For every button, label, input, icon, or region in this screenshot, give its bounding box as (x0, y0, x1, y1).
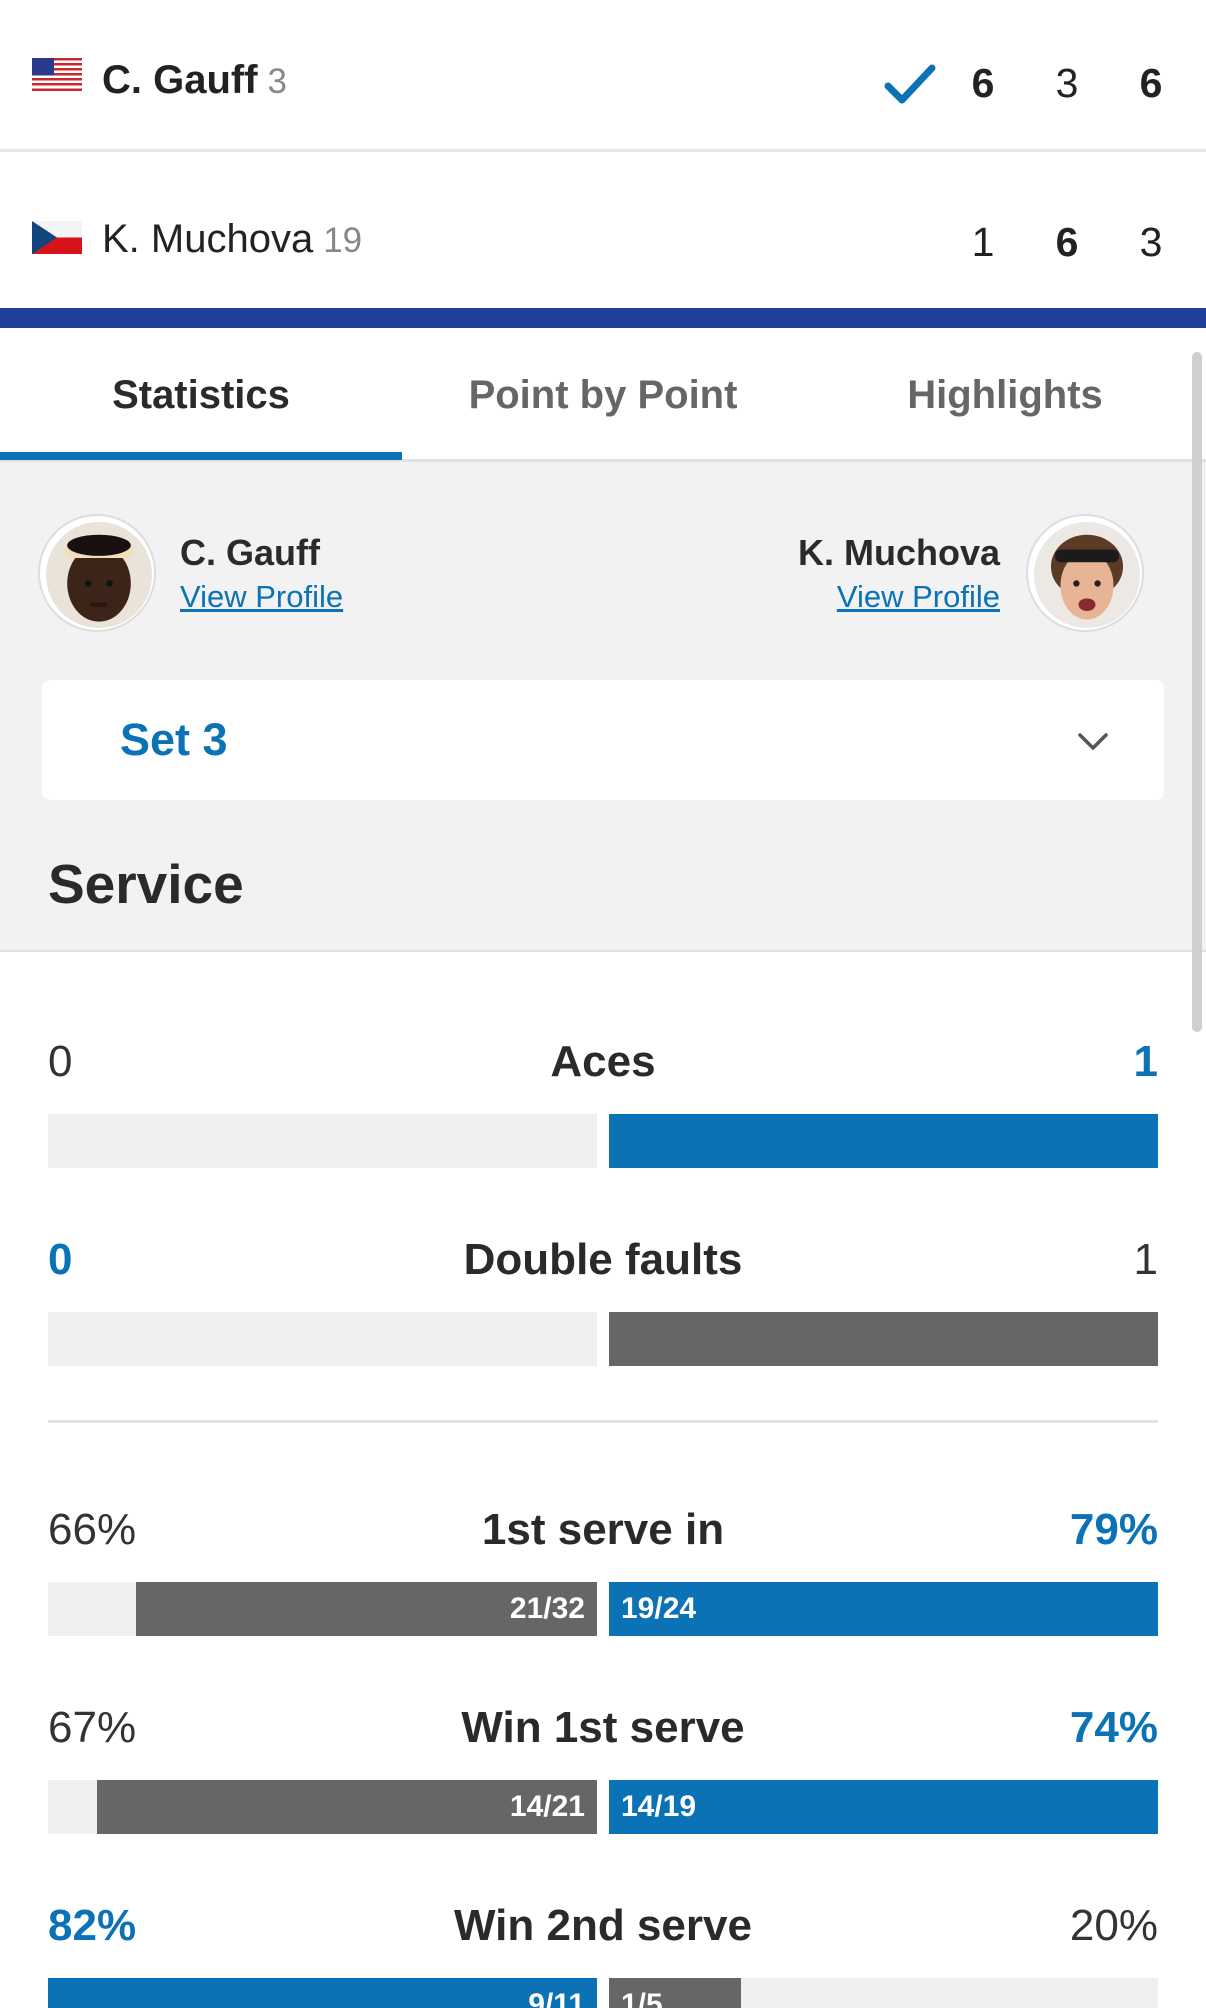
stat-label: Double faults (463, 1235, 743, 1284)
stat-row: Win 1st serve 67% 74% 14/21 14/19 (48, 1702, 1158, 1834)
stat-left-value: 0 (48, 1037, 73, 1086)
player2-seed: 19 (323, 221, 363, 260)
tab-point-by-point[interactable]: Point by Point (402, 328, 804, 462)
stat-row: 1st serve in 66% 79% 21/32 19/24 (48, 1504, 1158, 1636)
player2-set3: 3 (1139, 219, 1163, 265)
player2-view-profile-link[interactable]: View Profile (837, 579, 1000, 615)
stat-bar-fill-right (609, 1312, 1158, 1366)
stat-right-value: 74% (1069, 1703, 1158, 1752)
stat-ratio-left: 9/11 (528, 1988, 585, 2008)
stat-ratio-left: 21/32 (509, 1592, 585, 1625)
winner-check-icon (884, 64, 936, 104)
stat-bar-left: 21/32 (48, 1582, 597, 1636)
czech-flag-icon (32, 221, 82, 254)
player1-set2: 3 (1055, 60, 1079, 106)
stat-bar-left (48, 1114, 597, 1168)
stat-bar-right: 14/19 (609, 1780, 1158, 1834)
stat-ratio-right: 1/5 (621, 1988, 663, 2008)
stat-right-value: 1 (1133, 1037, 1158, 1086)
player1-set1: 6 (971, 60, 995, 106)
stat-bar-left: 14/21 (48, 1780, 597, 1834)
chevron-down-icon (1078, 733, 1108, 750)
player1-profile-name: C. Gauff (180, 532, 320, 573)
player1-view-profile-link[interactable]: View Profile (180, 579, 343, 615)
player1-photo (46, 522, 152, 628)
player2-profile-name: K. Muchova (797, 532, 1000, 573)
player2-score-row: K. Muchova 19 1 6 3 (0, 155, 1206, 308)
stat-ratio-right: 19/24 (621, 1592, 697, 1625)
stat-label: 1st serve in (481, 1505, 725, 1554)
stat-bar-right: 19/24 (609, 1582, 1158, 1636)
stat-bar-right: 1/5 (609, 1978, 1158, 2008)
stat-label: Win 1st serve (461, 1703, 745, 1752)
stat-label: Win 2nd serve (454, 1901, 752, 1950)
stat-bar-left (48, 1312, 597, 1366)
tab-bar: Statistics Point by Point Highlights (0, 328, 1206, 462)
section-title: Service (48, 853, 244, 915)
stat-left-value: 0 (48, 1235, 73, 1284)
usa-flag-icon (32, 58, 82, 91)
player1-avatar[interactable] (38, 514, 156, 632)
player1-set3: 6 (1139, 60, 1163, 106)
stat-ratio-left: 14/21 (509, 1790, 585, 1823)
header-rule (0, 308, 1206, 328)
stat-left-value: 66% (48, 1505, 137, 1554)
stats-header-panel: C. Gauff View Profile K. Muchova View Pr… (0, 462, 1206, 952)
tab-highlights[interactable]: Highlights (804, 328, 1206, 462)
stat-bar-fill-left (48, 1978, 597, 2008)
player2-set1: 1 (971, 219, 995, 265)
stat-bar-right (609, 1114, 1158, 1168)
set-selector-dropdown[interactable]: Set 3 (42, 680, 1164, 800)
player2-photo (1034, 522, 1140, 628)
stat-row: Win 2nd serve 82% 20% 9/11 1/5 (48, 1900, 1158, 2008)
stat-bar-fill-right (609, 1114, 1158, 1168)
stat-bar-left: 9/11 (48, 1978, 597, 2008)
stat-right-value: 1 (1133, 1235, 1158, 1284)
stat-bar-right (609, 1312, 1158, 1366)
stat-right-value: 79% (1069, 1505, 1158, 1554)
stat-ratio-right: 14/19 (621, 1790, 697, 1823)
tab-statistics[interactable]: Statistics (0, 328, 402, 462)
set-selector-value: Set 3 (120, 714, 228, 765)
player1-seed: 3 (267, 62, 288, 101)
stat-label: Aces (550, 1037, 656, 1086)
player2-set2: 6 (1055, 219, 1079, 265)
player1-name: C. Gauff 3 (102, 58, 288, 102)
player2-avatar[interactable] (1026, 514, 1144, 632)
stat-row: Aces 0 1 (48, 1036, 1158, 1168)
stats-divider (48, 1420, 1158, 1423)
scrollbar[interactable] (1192, 352, 1202, 1032)
active-tab-indicator (0, 452, 402, 460)
player2-name: K. Muchova 19 (102, 217, 363, 261)
stat-left-value: 67% (48, 1703, 137, 1752)
player1-score-row: C. Gauff 3 6 3 6 (0, 0, 1206, 152)
stat-right-value: 20% (1069, 1901, 1158, 1950)
stat-row: Double faults 0 1 (48, 1234, 1158, 1366)
stat-left-value: 82% (48, 1901, 137, 1950)
